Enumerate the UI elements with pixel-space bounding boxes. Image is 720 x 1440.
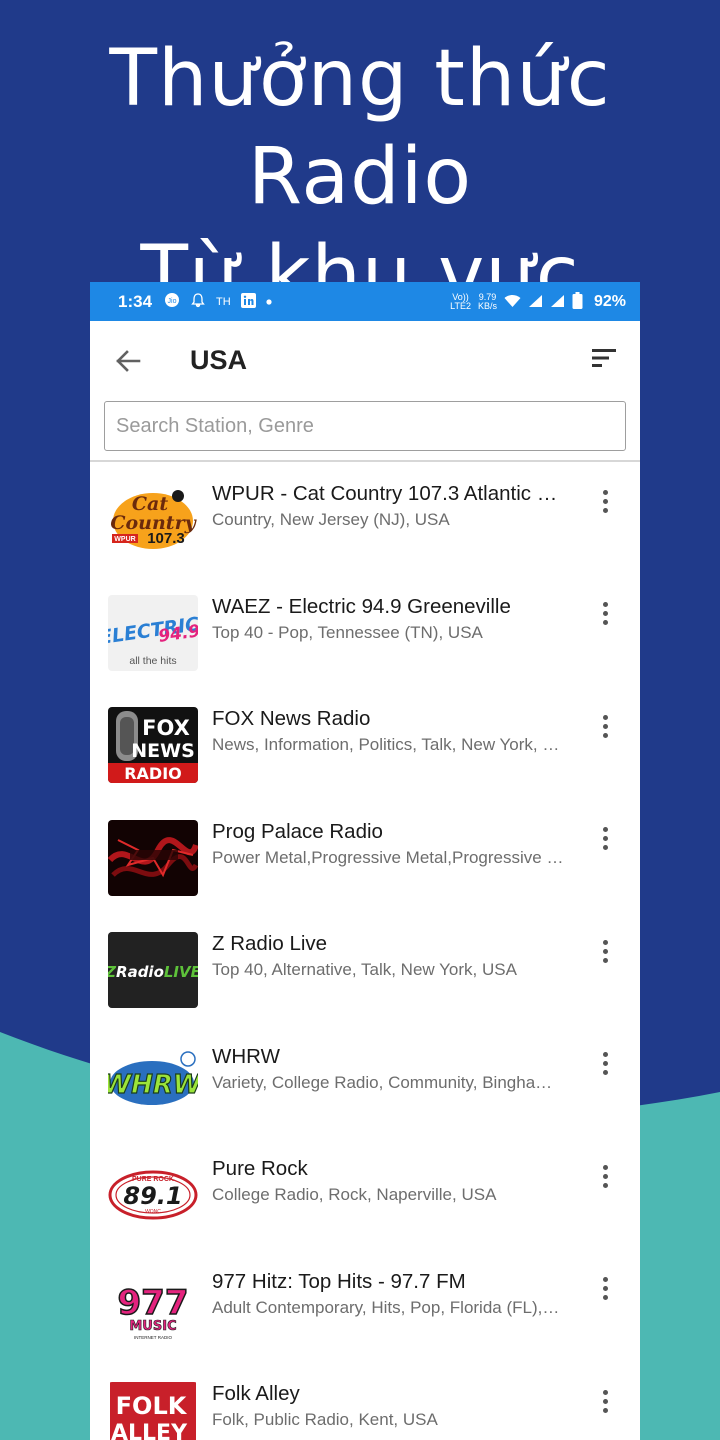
back-button[interactable] [112, 345, 144, 377]
station-subtitle: Variety, College Radio, Community, Bingh… [212, 1072, 564, 1092]
svg-text:ZRadioLIVE: ZRadioLIVE [108, 963, 198, 981]
station-title: 977 Hitz: Top Hits - 97.7 FM [212, 1269, 466, 1293]
list-item[interactable]: 977 MUSIC INTERNET RADIO 977 Hitz: Top H… [90, 1250, 640, 1363]
list-item[interactable]: FOX NEWS RADIO FOX News Radio News, Info… [90, 687, 640, 800]
more-options-button[interactable] [590, 709, 620, 743]
arrow-left-icon [116, 350, 141, 372]
station-list: Cat Country WPUR 107.3 WPUR - Cat Countr… [90, 462, 640, 1440]
station-subtitle: College Radio, Rock, Naperville, USA [212, 1185, 497, 1204]
search-container [90, 401, 640, 460]
promo-line-1: Thưởng thức Radio [109, 34, 611, 222]
linkedin-icon [240, 292, 256, 311]
station-title: FOX News Radio [212, 707, 371, 730]
z-radio-live-logo: ZRadioLIVE [108, 932, 198, 1008]
battery-icon [572, 292, 583, 311]
svg-text:WHRW: WHRW [108, 1070, 198, 1100]
more-options-button[interactable] [590, 1047, 620, 1081]
signal-icon [528, 294, 543, 310]
station-subtitle: Top 40 - Pop, Tennessee (TN), USA [212, 622, 483, 642]
station-title: Prog Palace Radio [212, 819, 383, 843]
station-subtitle: Power Metal,Progressive Metal,Progressiv… [212, 847, 564, 867]
more-options-button[interactable] [590, 1272, 620, 1306]
search-input[interactable] [104, 401, 626, 451]
sort-icon [592, 349, 616, 367]
list-item[interactable]: Prog Palace Radio Power Metal,Progressiv… [90, 800, 640, 913]
folk-alley-logo: FOLK ALLEY [108, 1382, 198, 1440]
more-options-button[interactable] [590, 934, 620, 968]
status-bar: 1:34 Jio TH Vo)) LTE2 9.79 KB/s 92% [90, 282, 640, 321]
svg-text:ALLEY: ALLEY [111, 1421, 188, 1440]
svg-text:977: 977 [118, 1283, 189, 1323]
svg-text:INTERNET RADIO: INTERNET RADIO [134, 1335, 172, 1340]
svg-text:FOLK: FOLK [116, 1392, 188, 1420]
signal-icon-2 [550, 294, 565, 310]
list-item[interactable]: PURE ROCK 89.1 WONC Pure Rock College Ra… [90, 1137, 640, 1250]
more-options-button[interactable] [590, 1384, 620, 1418]
station-subtitle: Adult Contemporary, Hits, Pop, Florida (… [212, 1297, 564, 1317]
station-title: Folk Alley [212, 1382, 300, 1405]
list-item[interactable]: ELECTRIC 94.9 all the hits WAEZ - Electr… [90, 575, 640, 688]
station-title: Pure Rock [212, 1157, 308, 1180]
bell-icon [190, 292, 206, 311]
pure-rock-logo: PURE ROCK 89.1 WONC [108, 1157, 198, 1233]
svg-text:WPUR: WPUR [114, 536, 135, 543]
list-item[interactable]: FOLK ALLEY Folk Alley Folk, Public Radio… [90, 1362, 640, 1440]
network-speed: 9.79 KB/s [477, 291, 497, 311]
promo-heading: Thưởng thức Radio Từ khu vực [0, 30, 720, 324]
station-title: WHRW [212, 1044, 280, 1068]
more-options-button[interactable] [590, 597, 620, 631]
svg-text:FOX: FOX [142, 716, 190, 740]
station-title: Z Radio Live [212, 932, 328, 955]
more-options-button[interactable] [590, 1159, 620, 1193]
electric-logo: ELECTRIC 94.9 all the hits [108, 594, 198, 671]
status-time: 1:34 [118, 291, 153, 311]
977-music-logo: 977 MUSIC INTERNET RADIO [108, 1269, 198, 1346]
prog-palace-logo [108, 819, 198, 896]
svg-text:MUSIC: MUSIC [129, 1319, 176, 1334]
station-subtitle: Folk, Public Radio, Kent, USA [212, 1410, 438, 1429]
page-title: USA [190, 345, 248, 375]
battery-percentage: 92% [593, 292, 626, 310]
whrw-logo: WHRW [108, 1044, 198, 1121]
station-subtitle: Country, New Jersey (NJ), USA [212, 510, 450, 529]
th-label: TH [216, 295, 231, 308]
svg-text:RADIO: RADIO [124, 764, 182, 783]
list-item[interactable]: WHRW WHRW Variety, College Radio, Commun… [90, 1025, 640, 1138]
app-bar: USA [90, 321, 640, 401]
volte-label: Vo)) LTE2 [450, 291, 471, 311]
more-options-button[interactable] [590, 822, 620, 856]
cat-country-logo: Cat Country WPUR 107.3 [108, 482, 198, 558]
sort-button[interactable] [590, 347, 622, 375]
list-item[interactable]: Cat Country WPUR 107.3 WPUR - Cat Countr… [90, 462, 640, 575]
station-subtitle: News, Information, Politics, Talk, New Y… [212, 735, 564, 754]
jio-icon: Jio [164, 292, 180, 311]
svg-text:all the hits: all the hits [129, 655, 176, 667]
wifi-icon [504, 294, 521, 310]
svg-text:89.1: 89.1 [123, 1182, 182, 1210]
svg-text:107.3: 107.3 [147, 530, 185, 547]
svg-text:WONC: WONC [145, 1209, 161, 1215]
fox-news-radio-logo: FOX NEWS RADIO [108, 707, 198, 783]
station-title: WPUR - Cat Country 107.3 Atlantic City [212, 482, 564, 505]
phone-screen: 1:34 Jio TH Vo)) LTE2 9.79 KB/s 92% USA … [90, 282, 640, 1440]
more-options-button[interactable] [590, 484, 620, 518]
dot-icon [266, 296, 272, 308]
station-title: WAEZ - Electric 94.9 Greeneville [212, 594, 511, 618]
station-subtitle: Top 40, Alternative, Talk, New York, USA [212, 960, 517, 979]
svg-text:Jio: Jio [168, 298, 177, 305]
list-item[interactable]: ZRadioLIVE Z Radio Live Top 40, Alternat… [90, 912, 640, 1025]
svg-text:NEWS: NEWS [131, 740, 195, 762]
